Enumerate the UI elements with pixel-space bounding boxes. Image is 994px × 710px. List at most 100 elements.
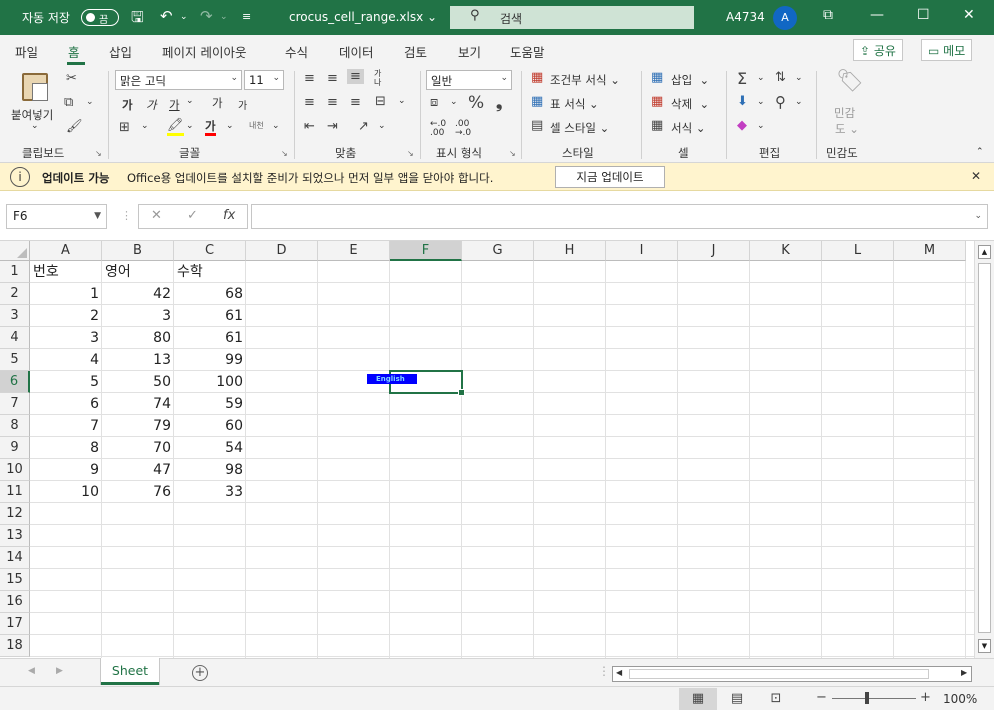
close-icon[interactable]: ✕ — [963, 7, 975, 23]
avatar[interactable]: A — [773, 6, 797, 30]
user-name[interactable]: A4734 — [726, 10, 765, 24]
update-now-button[interactable]: 지금 업데이트 — [555, 166, 665, 188]
cell-b10[interactable]: 47 — [102, 459, 174, 481]
cell-b9[interactable]: 70 — [102, 437, 174, 459]
align-middle-icon[interactable]: ≡ — [327, 71, 338, 86]
decrease-indent-icon[interactable]: ⇤ — [304, 119, 315, 134]
cut-icon[interactable]: ✂ — [66, 71, 77, 86]
insert-cells-button[interactable]: 삽입 ⌄ — [671, 72, 709, 88]
row-header-6[interactable]: 6 — [0, 371, 30, 393]
cell-c5[interactable]: 99 — [174, 349, 246, 371]
cell-c10[interactable]: 98 — [174, 459, 246, 481]
cell-a9[interactable]: 8 — [30, 437, 102, 459]
accounting-dropdown-icon[interactable]: ⌄ — [450, 97, 458, 107]
decrease-decimal-icon[interactable]: .00 →.0 — [455, 120, 471, 138]
row-header-7[interactable]: 7 — [0, 393, 30, 415]
column-header-k[interactable]: K — [750, 241, 822, 261]
vertical-scrollbar[interactable]: ▲ ▼ — [974, 241, 994, 658]
sort-filter-dropdown-icon[interactable]: ⌄ — [795, 73, 803, 83]
close-icon[interactable]: ✕ — [971, 169, 981, 183]
format-painter-icon[interactable]: 🖌 — [66, 119, 83, 134]
border-icon[interactable]: ⊞ — [119, 120, 130, 135]
phonetic-dropdown-icon[interactable]: ⌄ — [272, 121, 280, 131]
sensitivity-icon[interactable]: 🏷 — [836, 69, 864, 94]
row-header-17[interactable]: 17 — [0, 613, 30, 635]
underline-dropdown-icon[interactable]: ⌄ — [186, 96, 194, 106]
sort-filter-icon[interactable]: ⇅ — [775, 70, 786, 85]
row-header-11[interactable]: 11 — [0, 481, 30, 503]
horizontal-scrollbar[interactable]: ◀ ▶ — [612, 666, 972, 682]
format-cells-button[interactable]: 서식 ⌄ — [671, 120, 705, 136]
autosum-icon[interactable]: Σ — [737, 69, 747, 88]
column-header-b[interactable]: B — [102, 241, 174, 261]
column-header-m[interactable]: M — [894, 241, 966, 261]
insert-cells-icon[interactable]: ▦ — [651, 70, 663, 85]
phonetic-button[interactable]: 내천 — [249, 120, 264, 131]
tab-insert[interactable]: 삽입 — [109, 42, 132, 61]
zoom-slider-thumb[interactable] — [865, 692, 869, 704]
zoom-in-icon[interactable]: + — [920, 690, 931, 705]
accounting-format-icon[interactable]: ⧈ — [430, 95, 438, 110]
cell-styles-button[interactable]: 셀 스타일 ⌄ — [550, 120, 609, 136]
sensitivity-button-line1[interactable]: 민감 — [834, 105, 855, 121]
autosum-dropdown-icon[interactable]: ⌄ — [757, 73, 765, 83]
align-top-icon[interactable]: ≡ — [304, 71, 315, 86]
fill-color-dropdown-icon[interactable]: ⌄ — [186, 121, 194, 131]
orientation-icon[interactable]: ↗ — [358, 119, 369, 134]
redo-dropdown-icon[interactable]: ⌄ — [220, 12, 228, 22]
row-header-3[interactable]: 3 — [0, 305, 30, 327]
cell-a7[interactable]: 6 — [30, 393, 102, 415]
cell-c3[interactable]: 61 — [174, 305, 246, 327]
row-header-9[interactable]: 9 — [0, 437, 30, 459]
vertical-scroll-thumb[interactable] — [978, 263, 991, 633]
cell-a6[interactable]: 5 — [30, 371, 102, 393]
fill-dropdown-icon[interactable]: ⌄ — [757, 97, 765, 107]
row-header-15[interactable]: 15 — [0, 569, 30, 591]
scroll-right-icon[interactable]: ▶ — [961, 668, 967, 677]
minimize-icon[interactable]: — — [870, 7, 884, 23]
find-dropdown-icon[interactable]: ⌄ — [795, 97, 803, 107]
underline-button[interactable]: 가 — [169, 97, 180, 113]
maximize-icon[interactable]: ☐ — [917, 7, 930, 23]
search-box[interactable]: ⚲ 검색 — [450, 6, 694, 29]
cell-styles-icon[interactable]: ▤ — [531, 118, 543, 133]
clear-icon[interactable]: ◆ — [737, 118, 747, 133]
row-header-1[interactable]: 1 — [0, 261, 30, 283]
row-header-4[interactable]: 4 — [0, 327, 30, 349]
column-header-j[interactable]: J — [678, 241, 750, 261]
conditional-format-icon[interactable]: ▦ — [531, 70, 543, 85]
undo-icon[interactable]: ↶ — [160, 7, 173, 25]
cell-c7[interactable]: 59 — [174, 393, 246, 415]
cell-b3[interactable]: 3 — [102, 305, 174, 327]
align-center-icon[interactable]: ≡ — [327, 95, 338, 110]
row-header-10[interactable]: 10 — [0, 459, 30, 481]
file-name[interactable]: crocus_cell_range.xlsx ⌄ — [289, 10, 437, 24]
conditional-format-button[interactable]: 조건부 서식 ⌄ — [550, 72, 620, 88]
align-right-icon[interactable]: ≡ — [350, 95, 361, 110]
tab-split-handle[interactable]: ⋮ — [598, 664, 610, 678]
cell-b7[interactable]: 74 — [102, 393, 174, 415]
next-sheet-icon[interactable]: ▶ — [56, 666, 63, 676]
column-header-i[interactable]: I — [606, 241, 678, 261]
number-expand-icon[interactable]: ↘ — [509, 149, 516, 158]
number-format-combo[interactable]: 일반 ⌄ — [426, 70, 512, 90]
column-header-h[interactable]: H — [534, 241, 606, 261]
cell-c2[interactable]: 68 — [174, 283, 246, 305]
row-header-5[interactable]: 5 — [0, 349, 30, 371]
font-color-dropdown-icon[interactable]: ⌄ — [226, 121, 234, 131]
alignment-expand-icon[interactable]: ↘ — [407, 149, 414, 158]
cell-b1[interactable]: 영어 — [102, 261, 174, 283]
border-dropdown-icon[interactable]: ⌄ — [141, 121, 149, 131]
scroll-down-icon[interactable]: ▼ — [978, 639, 991, 653]
column-header-a[interactable]: A — [30, 241, 102, 261]
tab-help[interactable]: 도움말 — [510, 42, 545, 61]
cell-b2[interactable]: 42 — [102, 283, 174, 305]
italic-button[interactable]: 가 — [146, 97, 157, 113]
cell-b5[interactable]: 13 — [102, 349, 174, 371]
align-left-icon[interactable]: ≡ — [304, 95, 315, 110]
cell-b11[interactable]: 76 — [102, 481, 174, 503]
cell-a11[interactable]: 10 — [30, 481, 102, 503]
row-header-8[interactable]: 8 — [0, 415, 30, 437]
cell-a2[interactable]: 1 — [30, 283, 102, 305]
paste-icon[interactable] — [22, 73, 48, 101]
